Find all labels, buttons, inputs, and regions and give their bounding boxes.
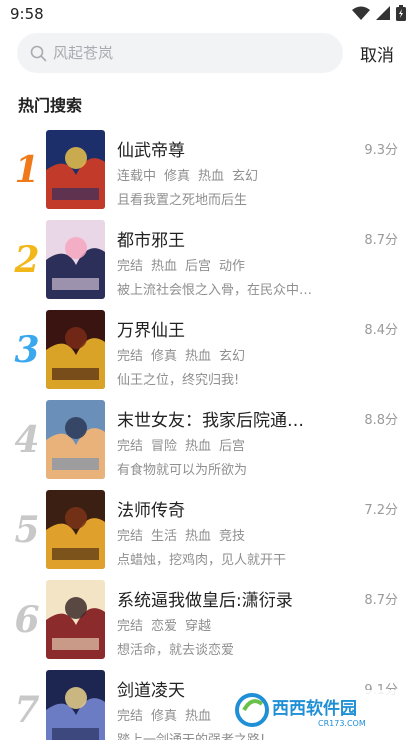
comic-description: 想活命，就去谈恋爱 — [117, 643, 235, 658]
comic-tag: 修真 — [151, 709, 178, 724]
comic-tag: 热血 — [185, 439, 212, 454]
search-box[interactable] — [17, 33, 343, 73]
search-input[interactable] — [53, 44, 313, 62]
comic-description: 踏上一剑通天的强者之路! — [117, 729, 327, 740]
status-icons — [352, 5, 406, 21]
rank-number: 2 — [14, 239, 40, 281]
svg-text:西西软件园: 西西软件园 — [272, 698, 357, 719]
cancel-button[interactable]: 取消 — [360, 41, 394, 66]
svg-text:CR173.COM: CR173.COM — [318, 719, 366, 728]
comic-tag: 完结 — [117, 709, 144, 724]
comic-cover[interactable] — [46, 130, 105, 209]
comic-description: 仙王之位，终究归我! — [117, 373, 240, 388]
comic-tags: 完结 生活 热血 竞技 — [117, 525, 245, 544]
comic-tag: 玄幻 — [232, 169, 259, 184]
list-item[interactable]: 1 仙武帝尊 9.3分连载中 修真 热血 玄幻且看我置之死地而后生 — [0, 130, 416, 210]
search-row: 取消 — [0, 33, 416, 73]
comic-description: 被上流社会恨之入骨，在民众中… — [117, 283, 313, 298]
comic-tag: 完结 — [117, 619, 144, 634]
list-item[interactable]: 6 系统逼我做皇后:潇衍录 8.7分完结 恋爱 穿越想活命，就去谈恋爱 — [0, 580, 416, 660]
comic-tags: 完结 修真 热血 玄幻 — [117, 345, 245, 364]
comic-tag: 完结 — [117, 349, 144, 364]
comic-cover[interactable] — [46, 400, 105, 479]
signal-icon — [376, 6, 390, 20]
comic-tag: 修真 — [151, 349, 178, 364]
comic-description: 点蜡烛，挖鸡肉，见人就开干 — [117, 553, 287, 568]
comic-title: 法师传奇 — [117, 501, 185, 521]
comic-score: 8.4分 — [364, 323, 398, 338]
comic-tag: 完结 — [117, 259, 144, 274]
search-icon — [29, 44, 47, 62]
rank-number: 5 — [14, 509, 40, 551]
comic-tags: 完结 修真 热血 — [117, 705, 211, 724]
comic-cover[interactable] — [46, 490, 105, 569]
hot-search-title: 热门搜索 — [18, 96, 83, 115]
battery-icon — [396, 5, 406, 21]
comic-title: 万界仙王 — [117, 321, 185, 341]
comic-tag: 热血 — [185, 349, 212, 364]
list-item[interactable]: 3 万界仙王 8.4分完结 修真 热血 玄幻仙王之位，终究归我! — [0, 310, 416, 390]
comic-score: 8.7分 — [364, 593, 398, 608]
comic-title: 都市邪王 — [117, 231, 185, 251]
comic-tag: 完结 — [117, 529, 144, 544]
comic-cover[interactable] — [46, 310, 105, 389]
comic-tag: 热血 — [185, 709, 212, 724]
wifi-icon — [352, 6, 370, 20]
comic-tag: 生活 — [151, 529, 178, 544]
rank-number: 1 — [14, 149, 40, 191]
comic-tag: 连载中 — [117, 169, 157, 184]
rank-number: 3 — [14, 329, 40, 371]
comic-cover[interactable] — [46, 670, 105, 740]
comic-tags: 完结 热血 后宫 动作 — [117, 255, 245, 274]
comic-score: 9.3分 — [364, 143, 398, 158]
comic-tags: 完结 恋爱 穿越 — [117, 615, 211, 634]
comic-tag: 恋爱 — [151, 619, 178, 634]
status-bar: 9:58 — [0, 0, 416, 28]
comic-tag: 热血 — [151, 259, 178, 274]
rank-number: 4 — [14, 419, 40, 461]
comic-title: 系统逼我做皇后:潇衍录 — [117, 591, 293, 611]
rank-number: 6 — [14, 599, 40, 641]
comic-description: 且看我置之死地而后生 — [117, 193, 248, 208]
comic-title: 末世女友：我家后院通… — [117, 411, 304, 431]
comic-tags: 完结 冒险 热血 后宫 — [117, 435, 245, 454]
list-item[interactable]: 5 法师传奇 7.2分完结 生活 热血 竞技点蜡烛，挖鸡肉，见人就开干 — [0, 490, 416, 570]
comic-tag: 完结 — [117, 439, 144, 454]
comic-description: 有食物就可以为所欲为 — [117, 463, 248, 478]
comic-cover[interactable] — [46, 580, 105, 659]
comic-tag: 动作 — [219, 259, 246, 274]
comic-tag: 竞技 — [219, 529, 246, 544]
comic-score: 8.7分 — [364, 233, 398, 248]
list-item[interactable]: 4 末世女友：我家后院通… 8.8分完结 冒险 热血 后宫有食物就可以为所欲为 — [0, 400, 416, 480]
comic-score: 7.2分 — [364, 503, 398, 518]
comic-tag: 热血 — [198, 169, 225, 184]
comic-tag: 热血 — [185, 529, 212, 544]
comic-score: 8.8分 — [364, 413, 398, 428]
comic-tag: 后宫 — [219, 439, 246, 454]
rank-number: 7 — [14, 689, 40, 731]
comic-tag: 后宫 — [185, 259, 212, 274]
comic-title: 仙武帝尊 — [117, 141, 185, 161]
comic-tag: 玄幻 — [219, 349, 246, 364]
comic-tag: 穿越 — [185, 619, 212, 634]
comic-tag: 修真 — [164, 169, 191, 184]
comic-tag: 冒险 — [151, 439, 178, 454]
comic-cover[interactable] — [46, 220, 105, 299]
status-time: 9:58 — [10, 5, 44, 23]
watermark-logo: 西西软件园 CR173.COM — [232, 690, 402, 730]
comic-tags: 连载中 修真 热血 玄幻 — [117, 165, 258, 184]
list-item[interactable]: 2 都市邪王 8.7分完结 热血 后宫 动作被上流社会恨之入骨，在民众中… — [0, 220, 416, 300]
